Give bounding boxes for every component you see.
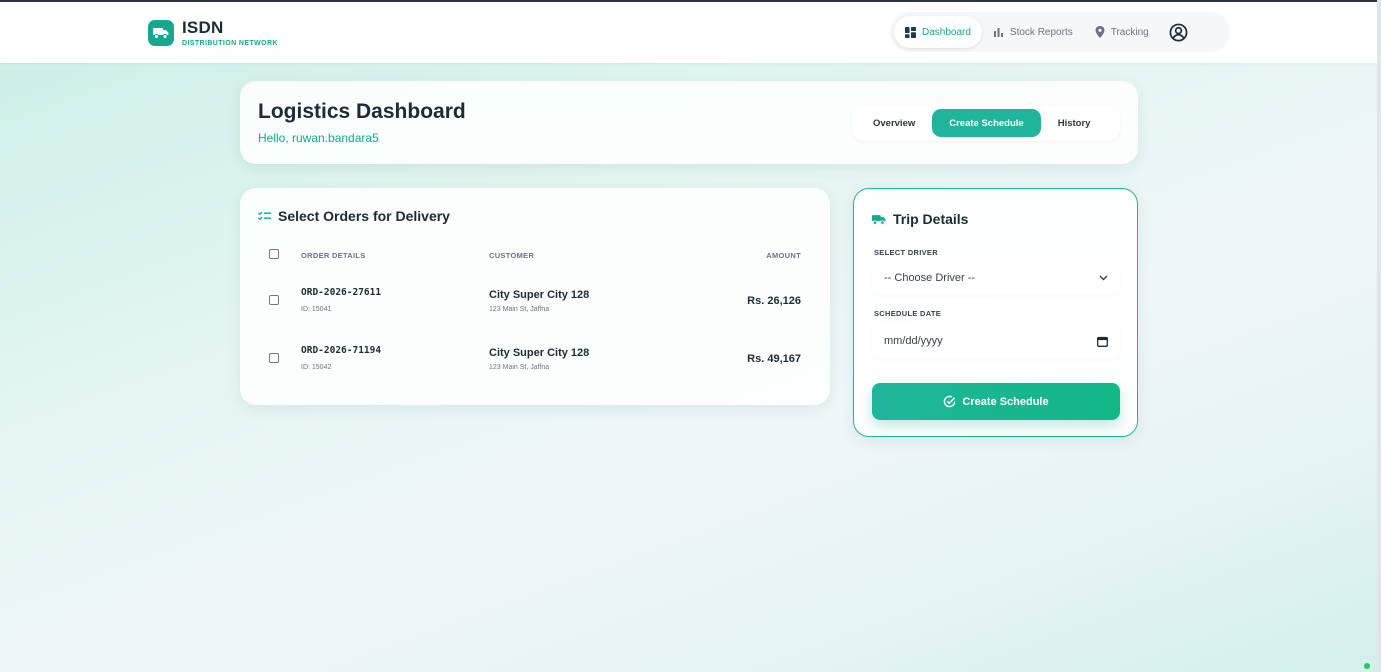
tab-overview[interactable]: Overview <box>856 109 932 137</box>
order-id: ID: 15042 <box>301 364 332 371</box>
schedule-date-input[interactable]: mm/dd/yyyy <box>872 323 1120 359</box>
row-checkbox[interactable] <box>269 353 279 363</box>
bar-chart-icon <box>993 27 1003 37</box>
page-header-card: Logistics Dashboard Hello, ruwan.bandara… <box>240 81 1138 164</box>
nav-dashboard-label: Dashboard <box>922 26 971 38</box>
user-circle-icon <box>1169 23 1188 41</box>
page-scrollbar[interactable] <box>1377 0 1381 672</box>
order-amount: Rs. 26,126 <box>747 295 801 307</box>
select-all-checkbox[interactable] <box>269 249 279 259</box>
driver-select[interactable]: -- Choose Driver -- <box>872 261 1120 295</box>
driver-label: SELECT DRIVER <box>874 248 938 257</box>
greeting-text: Hello, ruwan.bandara5 <box>258 131 379 145</box>
create-schedule-button[interactable]: Create Schedule <box>872 383 1120 420</box>
truck-icon <box>872 214 886 225</box>
customer-name: City Super City 128 <box>489 347 590 359</box>
date-label: SCHEDULE DATE <box>874 309 942 318</box>
trip-details-card: Trip Details SELECT DRIVER -- Choose Dri… <box>853 188 1138 437</box>
column-header-order-details: ORDER DETAILS <box>301 251 366 260</box>
column-header-customer: CUSTOMER <box>489 251 535 260</box>
tab-create-schedule[interactable]: Create Schedule <box>932 109 1041 137</box>
order-id: ID: 15041 <box>301 306 332 313</box>
driver-select-value: -- Choose Driver -- <box>884 272 976 284</box>
date-placeholder: mm/dd/yyyy <box>884 335 943 347</box>
status-indicator <box>1364 663 1370 669</box>
row-checkbox[interactable] <box>269 295 279 305</box>
view-tabs: Overview Create Schedule History <box>852 105 1120 141</box>
table-row[interactable]: ORD-2026-27611 ID: 15041 City Super City… <box>240 272 830 330</box>
nav-tracking[interactable]: Tracking <box>1084 16 1160 48</box>
chevron-down-icon <box>1099 275 1108 281</box>
nav-tracking-label: Tracking <box>1110 26 1149 38</box>
check-circle-icon <box>944 395 956 408</box>
order-amount: Rs. 49,167 <box>747 353 801 365</box>
create-schedule-button-label: Create Schedule <box>962 395 1049 408</box>
nav-stock-reports[interactable]: Stock Reports <box>982 16 1084 48</box>
orders-card: Select Orders for Delivery ORDER DETAILS… <box>240 188 830 405</box>
main-nav: Dashboard Stock Reports Tracking <box>890 12 1230 52</box>
order-number: ORD-2026-71194 <box>301 345 382 356</box>
brand-name: ISDN <box>182 18 224 37</box>
truck-icon <box>148 19 174 46</box>
dashboard-icon <box>905 26 916 38</box>
orders-heading: Select Orders for Delivery <box>258 208 450 224</box>
trip-heading: Trip Details <box>872 211 968 227</box>
location-pin-icon <box>1095 26 1105 38</box>
orders-heading-label: Select Orders for Delivery <box>278 208 450 224</box>
order-number: ORD-2026-27611 <box>301 287 382 298</box>
nav-stock-reports-label: Stock Reports <box>1009 26 1073 38</box>
brand[interactable]: ISDN DISTRIBUTION NETWORK <box>148 18 278 47</box>
customer-name: City Super City 128 <box>489 289 590 301</box>
customer-address: 123 Main St, Jaffna <box>489 306 550 313</box>
profile-button[interactable] <box>1168 21 1190 43</box>
nav-dashboard[interactable]: Dashboard <box>894 16 982 48</box>
page-title: Logistics Dashboard <box>258 100 466 123</box>
checklist-icon <box>258 211 271 221</box>
trip-heading-label: Trip Details <box>893 211 969 227</box>
column-header-amount: AMOUNT <box>766 251 801 260</box>
calendar-icon[interactable] <box>1097 336 1108 347</box>
top-header: ISDN DISTRIBUTION NETWORK Dashboard Stoc… <box>0 2 1377 63</box>
brand-subtitle: DISTRIBUTION NETWORK <box>182 40 278 47</box>
customer-address: 123 Main St, Jaffna <box>489 364 550 371</box>
tab-history[interactable]: History <box>1041 109 1108 137</box>
table-row[interactable]: ORD-2026-71194 ID: 15042 City Super City… <box>240 330 830 388</box>
